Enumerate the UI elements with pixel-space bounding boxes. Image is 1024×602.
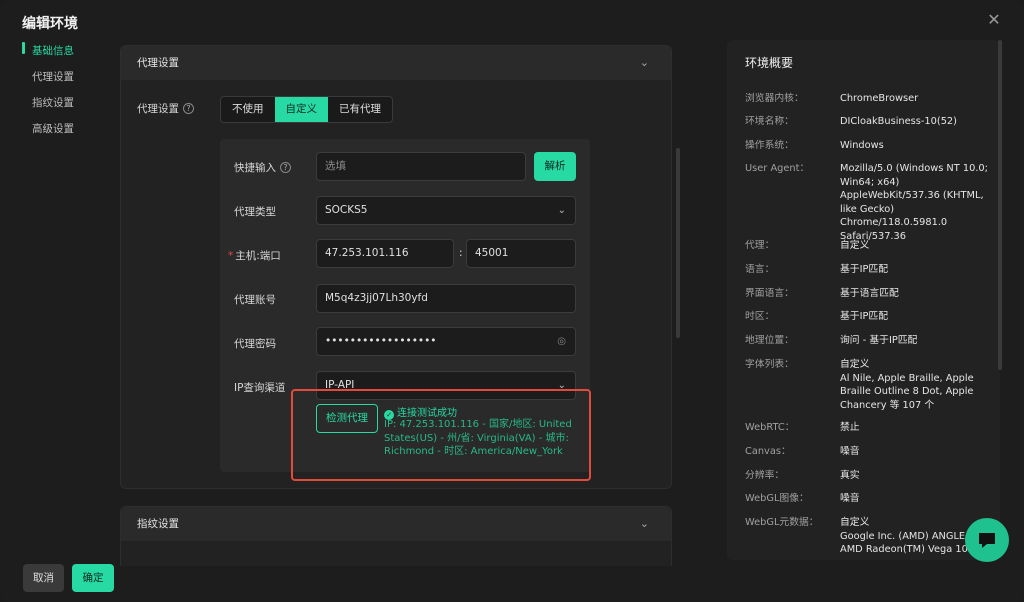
- host-port-separator: :: [459, 247, 463, 259]
- main-scrollbar[interactable]: [676, 148, 680, 338]
- quick-input-label: 快捷输入?: [234, 160, 291, 175]
- help-icon[interactable]: ?: [183, 103, 194, 114]
- cancel-button[interactable]: 取消: [23, 564, 64, 592]
- proxy-password-label: 代理密码: [234, 338, 276, 350]
- chevron-down-icon: ⌄: [557, 205, 566, 216]
- chevron-down-icon[interactable]: ⌄: [640, 46, 649, 80]
- proxy-mode-label: 代理设置?: [137, 101, 194, 116]
- fingerprint-panel-header[interactable]: 指纹设置 ⌄: [121, 507, 671, 541]
- host-port-label: * 主机:端口: [228, 250, 281, 262]
- parse-button[interactable]: 解析: [534, 152, 576, 181]
- confirm-button[interactable]: 确定: [72, 564, 114, 592]
- port-input[interactable]: 45001: [466, 239, 576, 268]
- chat-icon: [979, 533, 995, 548]
- proxy-account-input[interactable]: M5q4z3jj07Lh30yfd: [316, 284, 576, 313]
- proxy-password-input[interactable]: •••••••••••••••••• ◎: [316, 327, 576, 356]
- proxy-panel-header[interactable]: 代理设置 ⌄: [121, 46, 671, 80]
- mode-option-existing[interactable]: 已有代理: [328, 97, 392, 122]
- help-icon[interactable]: ?: [280, 162, 291, 173]
- required-mark: *: [228, 250, 234, 262]
- chevron-down-icon[interactable]: ⌄: [640, 507, 649, 541]
- nav-item-advanced-settings[interactable]: 高级设置: [22, 116, 102, 142]
- quick-input-field[interactable]: 选填: [316, 152, 526, 181]
- proxy-type-label: 代理类型: [234, 206, 276, 218]
- edit-environment-dialog: 编辑环境 ✕ 基础信息 代理设置 指纹设置 高级设置 代理设置 ⌄ 代理设置? …: [0, 0, 1024, 602]
- summary-title: 环境概要: [745, 56, 794, 70]
- proxy-account-label: 代理账号: [234, 294, 276, 306]
- host-input[interactable]: 47.253.101.116: [316, 239, 454, 268]
- fingerprint-panel-title: 指纹设置: [137, 518, 179, 530]
- eye-off-icon[interactable]: ◎: [557, 328, 566, 355]
- close-icon[interactable]: ✕: [986, 12, 1002, 28]
- ip-channel-label: IP查询渠道: [234, 382, 286, 394]
- detect-proxy-button[interactable]: 检测代理: [316, 404, 378, 433]
- environment-summary: 环境概要 浏览器内核： ChromeBrowser 环境名称： DICloakBus…: [727, 40, 1000, 560]
- mode-option-none[interactable]: 不使用: [221, 97, 275, 122]
- dialog-title: 编辑环境: [22, 16, 78, 32]
- nav-item-proxy-settings[interactable]: 代理设置: [22, 64, 102, 90]
- left-nav: 基础信息 代理设置 指纹设置 高级设置: [22, 38, 102, 142]
- chat-support-button[interactable]: [965, 518, 1009, 562]
- proxy-mode-segmented: 不使用 自定义 已有代理: [220, 96, 393, 123]
- summary-scrollbar[interactable]: [998, 40, 1002, 370]
- proxy-panel-title: 代理设置: [137, 57, 179, 69]
- proxy-type-select[interactable]: SOCKS5 ⌄: [316, 196, 576, 225]
- nav-item-basic-info[interactable]: 基础信息: [22, 38, 102, 64]
- fingerprint-settings-panel: 指纹设置 ⌄: [120, 506, 672, 566]
- connection-detail: IP: 47.253.101.116 - 国家/地区: United State…: [384, 419, 572, 457]
- nav-item-fingerprint-settings[interactable]: 指纹设置: [22, 90, 102, 116]
- mode-option-custom[interactable]: 自定义: [274, 97, 328, 122]
